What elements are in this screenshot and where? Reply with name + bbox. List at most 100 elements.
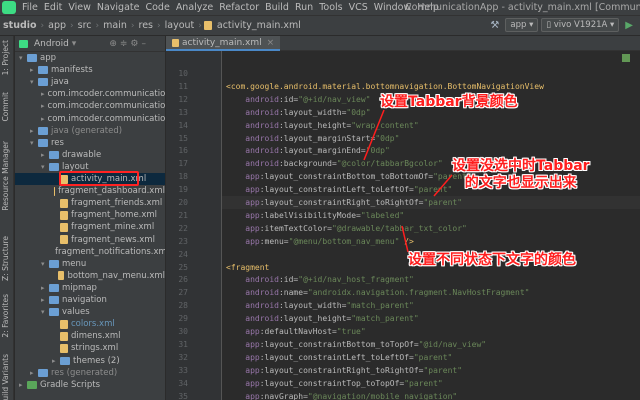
code-line[interactable]: <com.google.android.material.bottomnavig… (226, 82, 544, 91)
menu-navigate[interactable]: Navigate (94, 2, 143, 13)
chevron-down-icon[interactable]: ▾ (30, 78, 38, 86)
device-dropdown[interactable]: ▯ vivo V1921A ▾ (541, 18, 620, 32)
menu-vcs[interactable]: VCS (346, 2, 371, 13)
menu-view[interactable]: View (65, 2, 94, 13)
code-line[interactable]: android:background="@color/tabbarBgcolor… (226, 159, 442, 168)
chevron-right-icon[interactable]: ▸ (30, 127, 38, 135)
project-tool-tab[interactable]: 1: Project (1, 40, 10, 75)
code-line[interactable]: app:layout_constraintLeft_toLeftOf="pare… (226, 353, 452, 362)
menu-analyze[interactable]: Analyze (173, 2, 216, 13)
tree-item[interactable]: fragment_notifications.xml (15, 246, 165, 258)
code-line[interactable]: app:layout_constraintTop_toTopOf="parent… (226, 379, 442, 388)
code-line[interactable]: app:labelVisibilityMode="labeled" (226, 211, 404, 220)
tree-item[interactable]: fragment_news.xml (15, 234, 165, 246)
minimize-icon[interactable]: – (142, 39, 147, 49)
menu-code[interactable]: Code (142, 2, 172, 13)
chevron-down-icon[interactable]: ▾ (30, 139, 38, 147)
tree-item[interactable]: fragment_friends.xml (15, 197, 165, 209)
chevron-right-icon[interactable]: ▸ (41, 296, 49, 304)
collapse-icon[interactable]: ≑ (120, 39, 128, 49)
code-line[interactable]: app:layout_constraintRight_toRightOf="pa… (226, 198, 462, 207)
code-line[interactable]: android:layout_width="0dp" (226, 108, 370, 117)
breadcrumb-layout[interactable]: layout (163, 20, 197, 31)
breadcrumb-studio[interactable]: studio (0, 20, 39, 31)
tree-item[interactable]: ▸com.imcoder.communicationap (15, 100, 165, 112)
chevron-right-icon[interactable]: ▸ (41, 115, 45, 123)
code-line[interactable]: app:layout_constraintLeft_toLeftOf="pare… (226, 185, 452, 194)
tree-item[interactable]: ▸ Gradle Scripts (15, 379, 165, 391)
chevron-down-icon[interactable]: ▾ (41, 163, 49, 171)
code-line[interactable]: app:layout_constraintBottom_toBottomOf="… (226, 172, 471, 181)
close-icon[interactable]: × (267, 38, 275, 48)
run-icon[interactable]: ▶ (625, 20, 633, 31)
build-variants-tool-tab[interactable]: Build Variants (1, 354, 10, 400)
tree-item[interactable]: fragment_home.xml (15, 209, 165, 221)
breadcrumb-main[interactable]: main (101, 20, 129, 31)
tree-item[interactable]: ▸ mipmap (15, 282, 165, 294)
run-config-dropdown[interactable]: app ▾ (505, 18, 539, 32)
chevron-right-icon[interactable]: ▸ (41, 151, 49, 159)
breadcrumb-src[interactable]: src (76, 20, 94, 31)
tree-item[interactable]: ▸ res (generated) (15, 367, 165, 379)
tree-item[interactable]: ▸ themes (2) (15, 355, 165, 367)
structure-tool-tab[interactable]: Z: Structure (1, 236, 10, 281)
tree-item[interactable]: ▸ navigation (15, 294, 165, 306)
chevron-right-icon[interactable]: ▸ (30, 66, 38, 74)
chevron-down-icon[interactable]: ▾ (72, 39, 77, 49)
menu-refactor[interactable]: Refactor (216, 2, 262, 13)
menu-file[interactable]: File (19, 2, 41, 13)
tree-item[interactable]: fragment_dashboard.xml (15, 185, 165, 197)
tree-item[interactable]: ▸com.imcoder.communicationap (15, 88, 165, 100)
tree-item[interactable]: bottom_nav_menu.xml (15, 270, 165, 282)
breadcrumb-file[interactable]: activity_main.xml (215, 20, 303, 31)
tree-item[interactable]: strings.xml (15, 342, 165, 354)
code-line[interactable]: android:layout_marginEnd="0dp" (226, 146, 390, 155)
tree-item[interactable]: ▾ values (15, 306, 165, 318)
code-line[interactable]: app:navGraph="@navigation/mobile_navigat… (226, 392, 457, 400)
tree-item[interactable]: ▸ manifests (15, 64, 165, 76)
menu-edit[interactable]: Edit (41, 2, 65, 13)
tree-item[interactable]: ▸com.imcoder.communicationap (15, 113, 165, 125)
tree-item[interactable]: ▸ drawable (15, 149, 165, 161)
breadcrumb-app[interactable]: app (46, 20, 68, 31)
code-line[interactable]: android:layout_width="match_parent" (226, 301, 414, 310)
chevron-right-icon[interactable]: ▸ (41, 90, 45, 98)
tree-item[interactable]: colors.xml (15, 318, 165, 330)
favorites-tool-tab[interactable]: 2: Favorites (1, 294, 10, 338)
tree-item[interactable]: ▾ res (15, 137, 165, 149)
chevron-right-icon[interactable]: ▸ (41, 284, 49, 292)
resource-manager-tool-tab[interactable]: Resource Manager (1, 141, 10, 211)
menu-build[interactable]: Build (262, 2, 292, 13)
chevron-right-icon[interactable]: ▸ (52, 357, 60, 365)
code-line[interactable]: android:id="@+id/nav_view" (226, 95, 370, 104)
inspection-ok-icon[interactable] (622, 54, 630, 62)
add-icon[interactable]: ⊕ (109, 39, 117, 49)
chevron-down-icon[interactable]: ▾ (41, 308, 49, 316)
menu-run[interactable]: Run (292, 2, 316, 13)
code-line[interactable]: android:layout_height="wrap_content" (226, 121, 418, 130)
code-line[interactable]: app:menu="@menu/bottom_nav_menu" /> (226, 237, 414, 246)
chevron-down-icon[interactable]: ▾ (19, 54, 27, 62)
code-line[interactable]: app:layout_constraintBottom_toTopOf="@id… (226, 340, 486, 349)
code-line[interactable]: android:id="@+id/nav_host_fragment" (226, 275, 414, 284)
chevron-down-icon[interactable]: ▾ (41, 260, 49, 268)
hammer-icon[interactable]: ⚒ (490, 20, 499, 31)
chevron-right-icon[interactable]: ▸ (30, 369, 38, 377)
commit-tool-tab[interactable]: Commit (1, 92, 10, 121)
gear-icon[interactable]: ⚙ (130, 39, 138, 49)
code-line[interactable]: app:defaultNavHost="true" (226, 327, 365, 336)
menu-tools[interactable]: Tools (316, 2, 345, 13)
chevron-right-icon[interactable]: ▸ (41, 102, 45, 110)
code-line[interactable]: android:layout_height="match_parent" (226, 314, 418, 323)
tree-item[interactable]: dimens.xml (15, 330, 165, 342)
project-view-selector[interactable]: Android (34, 39, 69, 49)
tree-item[interactable]: fragment_mine.xml (15, 221, 165, 233)
tree-item[interactable]: ▸ java (generated) (15, 125, 165, 137)
breadcrumb-res[interactable]: res (137, 20, 156, 31)
tree-item[interactable]: ▾ java (15, 76, 165, 88)
tree-item[interactable]: ▾ menu (15, 258, 165, 270)
tree-item[interactable]: ▾ app (15, 52, 165, 64)
code-line[interactable]: android:name="androidx.navigation.fragme… (226, 288, 529, 297)
chevron-right-icon[interactable]: ▸ (19, 381, 27, 389)
code-line[interactable]: app:itemTextColor="@drawable/tabbar_txt_… (226, 224, 467, 233)
